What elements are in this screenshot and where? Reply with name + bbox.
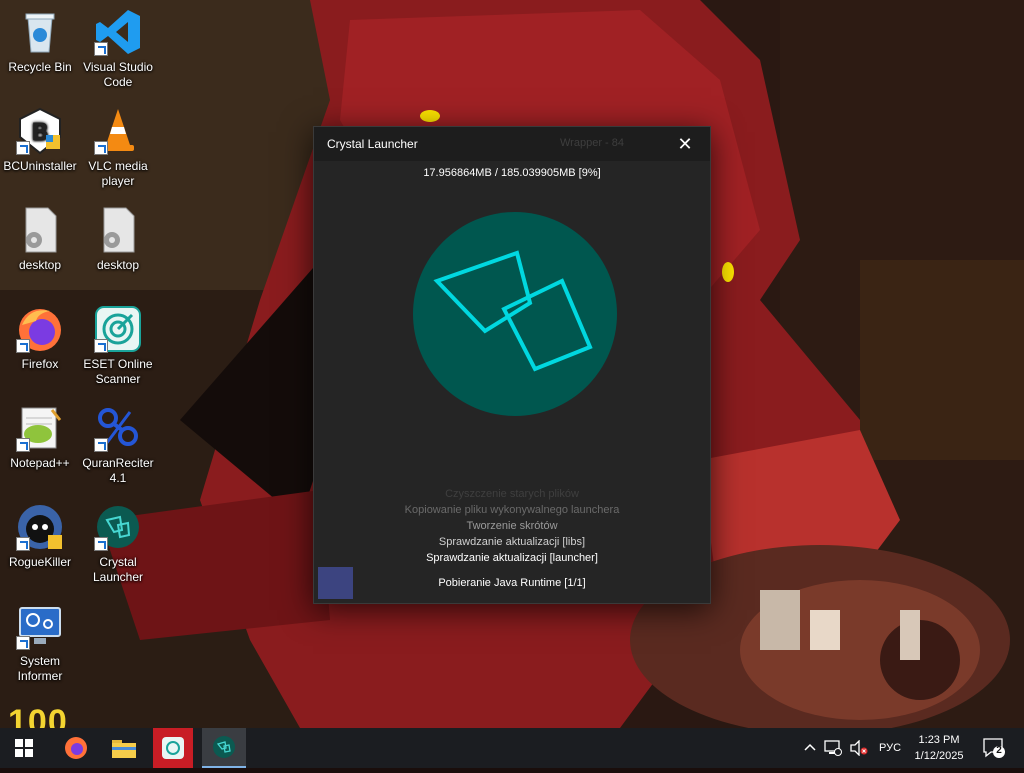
current-task-status: Pobieranie Java Runtime [1/1] xyxy=(438,577,586,589)
settings-file-icon xyxy=(16,206,64,254)
windows-logo-icon xyxy=(15,739,33,757)
desktop-icon-label: Crystal Launcher xyxy=(92,555,144,584)
desktop-icon-label: QuranReciter 4.1 xyxy=(82,456,154,485)
eset-scanner-icon xyxy=(94,305,142,353)
shortcut-arrow-icon xyxy=(16,141,30,155)
close-button[interactable]: ✕ xyxy=(660,127,710,161)
desktop-icon-desktop-ini-2[interactable]: desktop xyxy=(78,206,158,273)
desktop-icon-crystal-launcher[interactable]: Crystal Launcher xyxy=(78,503,158,585)
vscode-icon xyxy=(94,8,142,56)
clock[interactable]: 1:23 PM 1/12/2025 xyxy=(905,732,973,764)
window-title: Crystal Launcher xyxy=(327,137,418,151)
input-language-button[interactable]: РУС xyxy=(877,728,903,768)
folder-icon xyxy=(112,740,136,758)
shortcut-arrow-icon xyxy=(94,42,108,56)
notepadpp-icon xyxy=(16,404,64,452)
desktop-icon-bcuninstaller[interactable]: B BCUninstaller xyxy=(0,107,80,174)
task-log: Czyszczenie starych plików Kopiowanie pl… xyxy=(314,486,710,566)
clock-time: 1:23 PM xyxy=(918,734,960,746)
show-hidden-icons-button[interactable] xyxy=(802,728,818,768)
desktop-icon-firefox[interactable]: Firefox xyxy=(0,305,80,372)
desktop-icon-label: Notepad++ xyxy=(10,456,70,470)
crystal-launcher-icon xyxy=(213,736,235,758)
shortcut-arrow-icon xyxy=(16,537,30,551)
shortcut-arrow-icon xyxy=(94,438,108,452)
shortcut-arrow-icon xyxy=(16,339,30,353)
desktop-icon-label: desktop xyxy=(18,258,62,272)
desktop-icon-vlc[interactable]: VLC media player xyxy=(78,107,158,189)
desktop-icon-notepadpp[interactable]: Notepad++ xyxy=(0,404,80,471)
desktop-icon-label: VLC media player xyxy=(88,159,148,188)
desktop-icon-recycle-bin[interactable]: Recycle Bin xyxy=(0,8,80,75)
desktop-icon-label: Recycle Bin xyxy=(8,60,72,74)
clock-date: 1/12/2025 xyxy=(914,750,964,762)
crystal-launcher-logo xyxy=(412,211,618,422)
log-line: Sprawdzanie aktualizacji [launcher] xyxy=(426,552,598,564)
crystal-launcher-window: Crystal Launcher Wrapper - 84 ✕ 17.95686… xyxy=(313,126,711,604)
taskbar: РУС 1:23 PM 1/12/2025 2 xyxy=(0,728,1024,768)
desktop-icon-label: System Informer xyxy=(17,654,63,683)
desktop-icon-quranreciter[interactable]: QuranReciter 4.1 xyxy=(78,404,158,486)
bcuninstaller-icon: B xyxy=(16,107,64,155)
taskbar-file-explorer[interactable] xyxy=(104,728,144,768)
log-line: Sprawdzanie aktualizacji [libs] xyxy=(438,536,586,548)
desktop-icon-label: RogueKiller xyxy=(8,555,72,569)
crystal-launcher-icon xyxy=(94,503,142,551)
shortcut-arrow-icon xyxy=(94,339,108,353)
taskbar-crystal-launcher[interactable] xyxy=(202,728,246,768)
taskbar-firefox[interactable] xyxy=(56,728,96,768)
desktop-icon-eset[interactable]: ESET Online Scanner xyxy=(78,305,158,387)
quranreciter-icon xyxy=(94,404,142,452)
desktop-icon-label: Firefox xyxy=(21,357,59,371)
start-button[interactable] xyxy=(4,728,44,768)
desktop-icon-label: BCUninstaller xyxy=(3,159,77,173)
desktop-icon-system-informer[interactable]: System Informer xyxy=(0,602,80,684)
title-bar[interactable]: Crystal Launcher Wrapper - 84 ✕ xyxy=(314,127,710,161)
network-tray-button[interactable] xyxy=(824,728,844,768)
desktop-icon-label: ESET Online Scanner xyxy=(83,357,153,386)
eset-scanner-icon xyxy=(162,737,184,759)
log-line: Tworzenie skrótów xyxy=(466,520,558,532)
taskbar-eset-scanner[interactable] xyxy=(153,728,193,768)
shortcut-arrow-icon xyxy=(16,438,30,452)
log-line: Czyszczenie starych plików xyxy=(445,488,579,500)
desktop-icon-vscode[interactable]: Visual Studio Code xyxy=(78,8,158,90)
roguekiller-icon xyxy=(16,503,64,551)
volume-tray-button[interactable] xyxy=(850,728,870,768)
volume-muted-icon xyxy=(850,739,868,757)
desktop-icon-label: Visual Studio Code xyxy=(83,60,153,89)
network-icon xyxy=(824,740,842,756)
shortcut-arrow-icon xyxy=(94,141,108,155)
desktop-icon-desktop-ini[interactable]: desktop xyxy=(0,206,80,273)
firefox-icon xyxy=(16,305,64,353)
firefox-icon xyxy=(65,737,87,759)
settings-file-icon xyxy=(94,206,142,254)
recycle-bin-icon xyxy=(16,8,64,56)
action-center-button[interactable]: 2 xyxy=(982,737,1006,759)
desktop-icon-label: desktop xyxy=(96,258,140,272)
chevron-up-icon xyxy=(804,743,816,751)
notification-count: 2 xyxy=(996,745,1002,756)
system-informer-icon xyxy=(16,602,64,650)
download-progress-text: 17.956864MB / 185.039905MB [9%] xyxy=(423,167,601,179)
log-line: Kopiowanie pliku wykonywalnego launchera xyxy=(404,504,620,516)
window-subtitle: Wrapper - 84 xyxy=(560,137,624,149)
shortcut-arrow-icon xyxy=(16,636,30,650)
desktop-icon-roguekiller[interactable]: RogueKiller xyxy=(0,503,80,570)
vlc-icon xyxy=(94,107,142,155)
shortcut-arrow-icon xyxy=(94,537,108,551)
